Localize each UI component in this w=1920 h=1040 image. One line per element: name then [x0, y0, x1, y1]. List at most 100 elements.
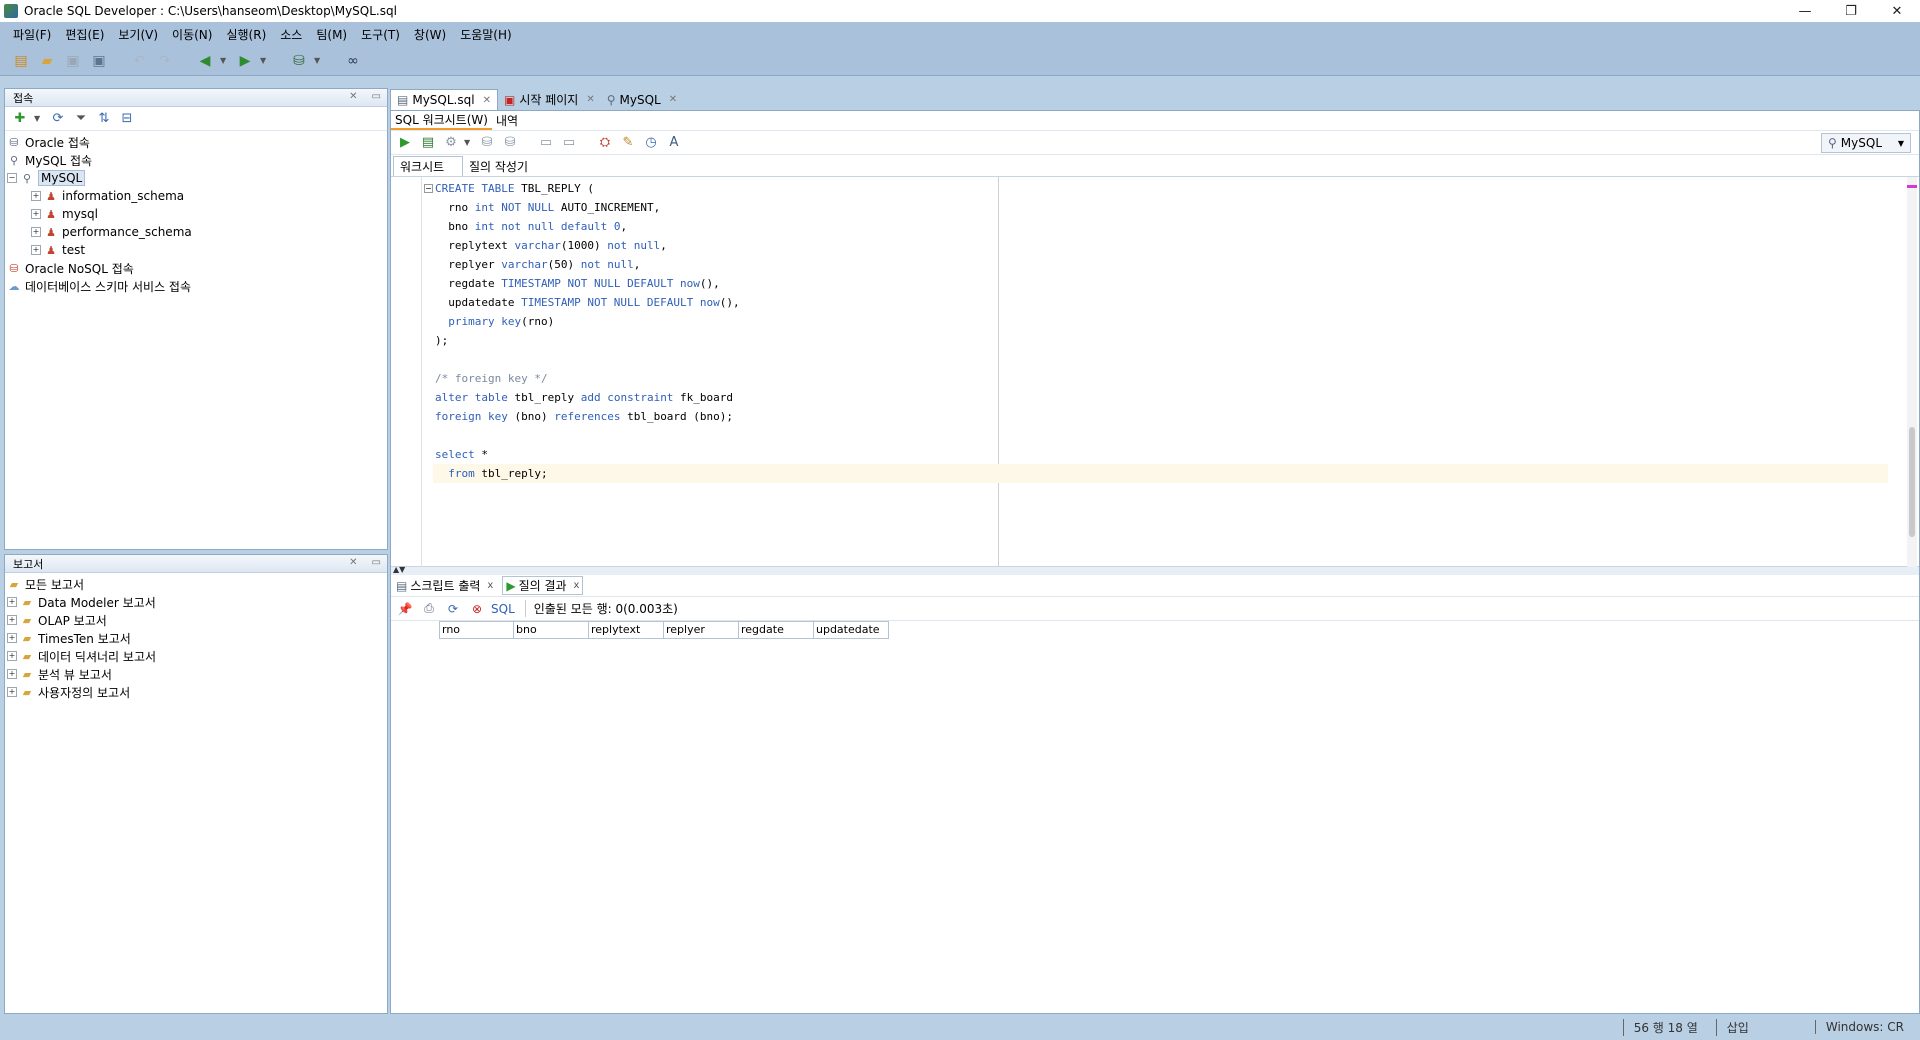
binoculars-icon[interactable]: ∞ [342, 50, 364, 72]
cancel-icon[interactable]: ⊗ [467, 599, 487, 619]
tree-item-all-reports[interactable]: ▰ 모든 보고서 [7, 575, 387, 593]
connection-select[interactable]: ⚲ MySQL ▼ [1821, 133, 1911, 153]
refresh-icon[interactable]: ⟳ [49, 110, 67, 128]
tree-item-oracle[interactable]: ⛁ Oracle 접속 [7, 133, 387, 151]
text-case-icon[interactable]: A [664, 133, 684, 153]
manage-icon[interactable]: ⊟ [118, 110, 136, 128]
redo-icon[interactable]: ↷ [154, 50, 176, 72]
column-header[interactable]: replytext [589, 621, 664, 639]
filter-icon[interactable]: ⏷ [72, 110, 90, 128]
tree-item-report[interactable]: + ▰ TimesTen 보고서 [7, 629, 387, 647]
tree-item-schema[interactable]: + ♟ information_schema [7, 187, 387, 205]
run-script-icon[interactable]: ▤ [418, 133, 438, 153]
forward-dropdown-icon[interactable]: ▼ [260, 56, 270, 65]
sql-link[interactable]: SQL [491, 602, 515, 616]
back-icon[interactable]: ◀ [194, 50, 216, 72]
expand-icon[interactable]: + [31, 209, 41, 219]
tree-item-report[interactable]: + ▰ 사용자정의 보고서 [7, 683, 387, 701]
tree-item-report[interactable]: + ▰ Data Modeler 보고서 [7, 593, 387, 611]
menu-help[interactable]: 도움말(H) [453, 26, 519, 43]
save-all-icon[interactable]: ▣ [88, 50, 110, 72]
history-icon[interactable]: ◷ [641, 133, 661, 153]
tree-item-schema[interactable]: + ♟ performance_schema [7, 223, 387, 241]
tab-history[interactable]: 내역 [492, 112, 522, 129]
minimize-button[interactable]: — [1782, 0, 1828, 22]
autotrace-dropdown-icon[interactable]: ▼ [464, 138, 474, 147]
close-icon[interactable]: ✕ [349, 91, 357, 102]
menu-window[interactable]: 창(W) [407, 26, 453, 43]
expand-icon[interactable]: + [31, 227, 41, 237]
save-icon[interactable]: ▣ [62, 50, 84, 72]
print-icon[interactable]: ⎙ [419, 599, 439, 619]
expand-icon[interactable]: + [7, 651, 17, 661]
expand-icon[interactable]: + [7, 633, 17, 643]
autotrace-icon[interactable]: ⚙ [441, 133, 461, 153]
rollback-icon[interactable]: ⛁ [500, 133, 520, 153]
schema-browser-icon[interactable]: ⇅ [95, 110, 113, 128]
clear-icon[interactable]: ✎ [618, 133, 638, 153]
tree-item-report[interactable]: + ▰ OLAP 보고서 [7, 611, 387, 629]
tree-item-schema[interactable]: + ♟ mysql [7, 205, 387, 223]
close-icon[interactable]: ✕ [349, 557, 357, 568]
tab-mysql[interactable]: ⚲ MySQL ✕ [601, 89, 683, 110]
column-header[interactable]: rno [439, 621, 514, 639]
forward-icon[interactable]: ▶ [234, 50, 256, 72]
menu-tools[interactable]: 도구(T) [354, 26, 407, 43]
menu-view[interactable]: 보기(V) [111, 26, 165, 43]
menu-run[interactable]: 실행(R) [219, 26, 273, 43]
expand-icon[interactable]: + [31, 245, 41, 255]
close-tab-icon[interactable]: ✕ [586, 94, 594, 105]
new-file-icon[interactable]: ▤ [10, 50, 32, 72]
open-folder-icon[interactable]: ▰ [36, 50, 58, 72]
pin-icon[interactable]: 📌 [395, 599, 415, 619]
close-tab-icon[interactable]: x [487, 580, 493, 591]
tab-query-result[interactable]: ▶ 질의 결과 x [502, 576, 584, 595]
add-connection-icon[interactable]: ✚ [11, 110, 29, 128]
sql-connection-icon[interactable]: ⛁ [288, 50, 310, 72]
expand-icon[interactable]: + [7, 687, 17, 697]
tree-item-mysql-conn[interactable]: ⚲ MySQL 접속 [7, 151, 387, 169]
fold-toggle-icon[interactable]: − [424, 184, 433, 193]
refresh-icon[interactable]: ⟳ [443, 599, 463, 619]
sql-tuning-icon[interactable]: ⛭ [595, 133, 615, 153]
format-icon[interactable]: ▭ [559, 133, 579, 153]
tab-sql-worksheet[interactable]: SQL 워크시트(W) [391, 111, 492, 130]
commit-icon[interactable]: ⛁ [477, 133, 497, 153]
menu-source[interactable]: 소스 [273, 26, 309, 43]
tab-query-builder[interactable]: 질의 작성기 [463, 156, 534, 176]
column-header[interactable]: updatedate [814, 621, 889, 639]
connection-dropdown-icon[interactable]: ▼ [314, 56, 324, 65]
close-tab-icon[interactable]: ✕ [483, 95, 491, 106]
expand-icon[interactable]: + [7, 615, 17, 625]
menu-navigate[interactable]: 이동(N) [165, 26, 219, 43]
tree-item-mysql[interactable]: − ⚲ MySQL [7, 169, 387, 187]
column-header[interactable]: bno [514, 621, 589, 639]
code-editor[interactable]: − CREATE TABLE TBL_REPLY ( rno int NOT N… [391, 177, 1919, 567]
menu-team[interactable]: 팀(M) [309, 26, 354, 43]
expand-icon[interactable]: + [31, 191, 41, 201]
minimize-icon[interactable]: ▭ [372, 557, 381, 568]
undo-icon[interactable]: ↶ [128, 50, 150, 72]
editor-scrollbar[interactable] [1907, 177, 1917, 567]
tab-start-page[interactable]: ▣ 시작 페이지 ✕ [498, 89, 601, 110]
split-divider[interactable]: ▲▼ [391, 565, 1919, 575]
close-tab-icon[interactable]: ✕ [669, 94, 677, 105]
minimize-icon[interactable]: ▭ [372, 91, 381, 102]
tree-item-nosql[interactable]: ⛁ Oracle NoSQL 접속 [7, 259, 387, 277]
run-statement-icon[interactable]: ▶ [395, 133, 415, 153]
tree-item-schema[interactable]: + ♟ test [7, 241, 387, 259]
collapse-icon[interactable]: − [7, 173, 17, 183]
tree-item-report[interactable]: + ▰ 분석 뷰 보고서 [7, 665, 387, 683]
column-header[interactable]: regdate [739, 621, 814, 639]
back-dropdown-icon[interactable]: ▼ [220, 56, 230, 65]
restore-button[interactable]: ❐ [1828, 0, 1874, 22]
unshared-sql-icon[interactable]: ▭ [536, 133, 556, 153]
tab-script-output[interactable]: ▤ 스크립트 출력 x [393, 577, 496, 594]
menu-file[interactable]: 파일(F) [6, 26, 58, 43]
tab-worksheet[interactable]: 워크시트 [393, 156, 463, 176]
menu-edit[interactable]: 편집(E) [58, 26, 111, 43]
tab-mysql-sql[interactable]: ▤ MySQL.sql ✕ [390, 89, 498, 110]
tree-item-cloud[interactable]: ☁ 데이터베이스 스키마 서비스 접속 [7, 277, 387, 295]
expand-icon[interactable]: + [7, 597, 17, 607]
tree-item-report[interactable]: + ▰ 데이터 딕셔너리 보고서 [7, 647, 387, 665]
